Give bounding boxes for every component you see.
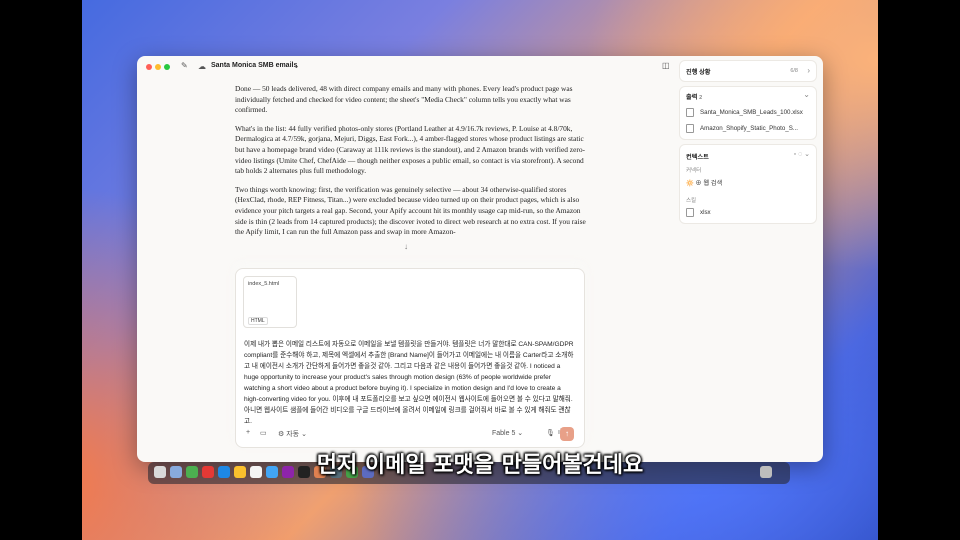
- output-title: 출력 2: [686, 94, 703, 101]
- web-search-item[interactable]: 🔆 ⊕ 웹 검색: [686, 178, 722, 187]
- model-label: Fable 5: [492, 430, 516, 437]
- chevron-right-icon[interactable]: ›: [807, 66, 810, 75]
- folder-icon[interactable]: ▭: [260, 429, 267, 437]
- attachment-card[interactable]: index_5.html HTML: [243, 276, 297, 328]
- attachment-name: index_5.html: [248, 281, 280, 287]
- file-icon: [686, 108, 694, 117]
- sidebar-toggle-icon[interactable]: ◫: [662, 61, 670, 70]
- file-icon: [686, 124, 694, 133]
- model-selector[interactable]: Fable 5 ⌄: [492, 429, 523, 437]
- video-subtitle: 먼저 이메일 포맷을 만들어볼건데요: [316, 453, 644, 478]
- response-paragraph: Two things worth knowing: first, the ver…: [235, 184, 586, 237]
- chevron-down-icon[interactable]: ⌄: [293, 61, 300, 70]
- right-sidebar: 진행 상황 6/8 › 출력 2 ⌄ Santa_Monica_SMB_Lead…: [679, 56, 823, 462]
- skill-item[interactable]: xlsx: [686, 208, 711, 217]
- file-icon: [686, 208, 694, 217]
- progress-count: 6/8: [790, 68, 798, 74]
- attachment-type-badge: HTML: [248, 317, 268, 325]
- context-title: 컨텍스트: [686, 154, 709, 161]
- assistant-response: Done — 50 leads delivered, 48 with direc…: [235, 84, 587, 246]
- add-icon[interactable]: +: [246, 429, 250, 436]
- scroll-down-icon[interactable]: ↓: [404, 242, 408, 251]
- output-card: 출력 2 ⌄ Santa_Monica_SMB_Leads_100.xlsx A…: [679, 86, 817, 140]
- window-controls: [146, 64, 173, 70]
- microphone-icon[interactable]: 🎙: [546, 429, 555, 437]
- context-card: 컨텍스트 ▫ ◌ ⌄ 커넥터 🔆 ⊕ 웹 검색 스킬 xlsx: [679, 144, 817, 224]
- connectors-label: 커넥터: [686, 168, 702, 174]
- zoom-window-button[interactable]: [164, 64, 170, 70]
- progress-card[interactable]: 진행 상황 6/8 ›: [679, 60, 817, 82]
- message-input[interactable]: 이제 내가 뽑은 이메일 리스트에 자동으로 이메일을 보낼 템플릿을 만들거야…: [244, 339, 576, 427]
- chevron-down-icon[interactable]: ⌄: [803, 90, 810, 99]
- send-button[interactable]: ↑: [560, 427, 574, 441]
- app-window: ✎ ☁ Santa Monica SMB emails ⌄ ◫ Done — 5…: [137, 56, 823, 462]
- close-window-button[interactable]: [146, 64, 152, 70]
- conversation-title[interactable]: Santa Monica SMB emails: [211, 62, 297, 69]
- message-composer[interactable]: index_5.html HTML 이제 내가 뽑은 이메일 리스트에 자동으로…: [235, 268, 585, 448]
- minimize-window-button[interactable]: [155, 64, 161, 70]
- skills-label: 스킬: [686, 198, 697, 204]
- new-chat-icon[interactable]: ✎: [181, 61, 188, 70]
- response-paragraph: What's in the list: 44 fully verified ph…: [235, 123, 585, 176]
- folder-icon: ☁: [198, 62, 206, 71]
- tools-label: 자동: [286, 431, 300, 438]
- progress-title: 진행 상황: [686, 69, 711, 76]
- context-actions[interactable]: ▫ ◌ ⌄: [794, 150, 810, 158]
- response-paragraph: Done — 50 leads delivered, 48 with direc…: [235, 84, 573, 115]
- output-file-item[interactable]: Santa_Monica_SMB_Leads_100.xlsx: [686, 108, 803, 117]
- composer-toolbar: + ▭ ⚙ 자동 ⌄ Fable 5 ⌄ 🎙 ıl ↑: [244, 427, 578, 441]
- tools-button[interactable]: ⚙ 자동 ⌄: [278, 429, 307, 439]
- output-file-item[interactable]: Amazon_Shopify_Static_Photo_S...: [686, 124, 798, 133]
